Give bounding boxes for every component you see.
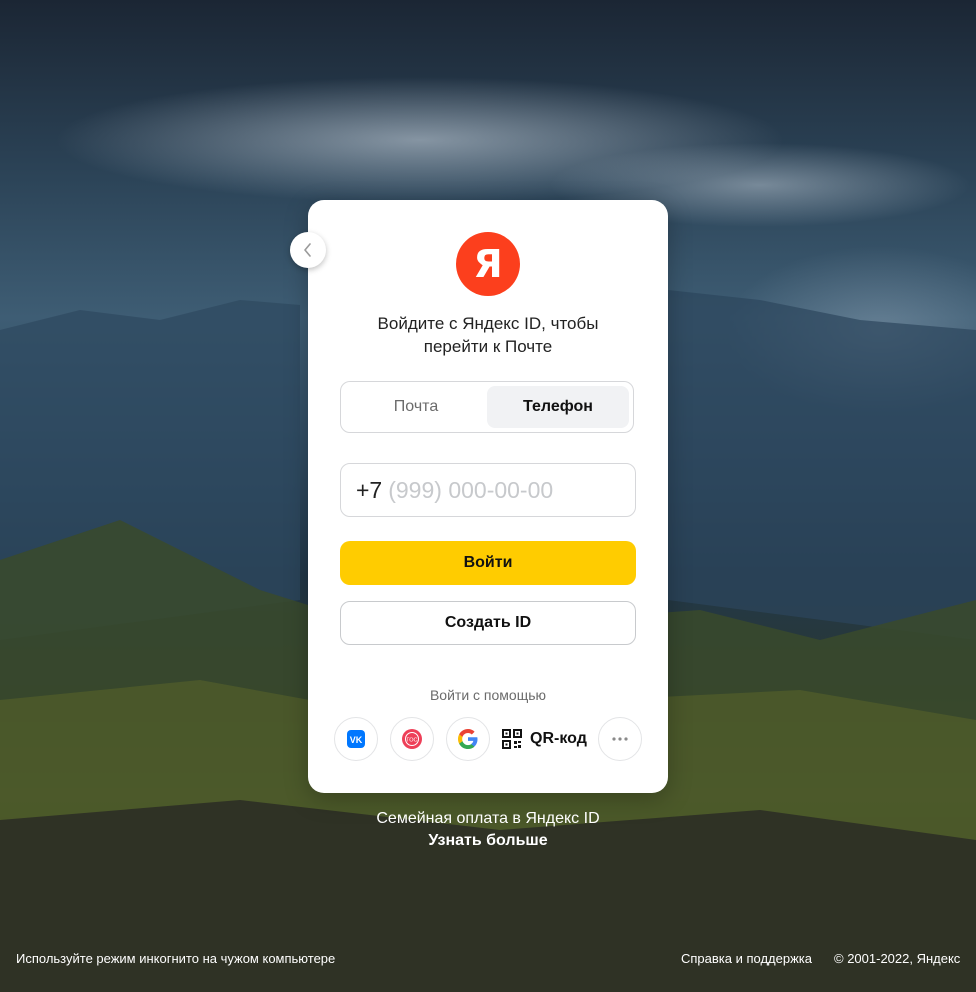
promo-text: Семейная оплата в Яндекс ID (376, 810, 600, 827)
gosuslugi-login-button[interactable]: ГОС (390, 717, 434, 761)
chevron-left-icon (304, 243, 311, 257)
phone-input[interactable]: +7 (999) 000-00-00 (340, 463, 636, 517)
svg-text:VK: VK (350, 735, 363, 745)
learn-more-link[interactable]: Узнать больше (308, 830, 668, 852)
social-login-label: Войти с помощью (429, 687, 547, 703)
svg-text:ГОС: ГОС (407, 738, 418, 744)
qr-login-label: QR-код (530, 730, 587, 747)
login-button[interactable]: Войти (340, 541, 636, 585)
login-method-tabs: Почта Телефон (340, 381, 634, 433)
google-icon (458, 729, 478, 749)
more-login-options-button[interactable] (598, 717, 642, 761)
vk-login-button[interactable]: VK (334, 717, 378, 761)
family-payment-promo: Семейная оплата в Яндекс ID Узнать больш… (308, 808, 668, 852)
qr-login-button[interactable]: QR-код (502, 727, 587, 751)
help-support-link[interactable]: Справка и поддержка (681, 951, 812, 966)
gosuslugi-icon: ГОС (402, 729, 422, 749)
tab-mail[interactable]: Почта (345, 386, 487, 428)
tab-phone[interactable]: Телефон (487, 386, 629, 428)
incognito-hint[interactable]: Используйте режим инкогнито на чужом ком… (16, 951, 335, 966)
google-login-button[interactable] (446, 717, 490, 761)
back-button[interactable] (290, 232, 326, 268)
vk-icon: VK (347, 730, 365, 748)
login-card: Я Войдите с Яндекс ID, чтобы перейти к П… (308, 200, 668, 793)
login-title: Войдите с Яндекс ID, чтобы перейти к Поч… (377, 314, 599, 356)
yandex-logo: Я (456, 232, 520, 296)
yandex-logo-letter: Я (473, 242, 503, 286)
create-id-button[interactable]: Создать ID (340, 601, 636, 645)
copyright: © 2001-2022, Яндекс (834, 951, 961, 966)
phone-placeholder: (999) 000-00-00 (388, 476, 554, 503)
qr-code-icon (502, 729, 522, 749)
more-dots-icon (612, 737, 628, 741)
phone-country-prefix: +7 (356, 476, 383, 503)
